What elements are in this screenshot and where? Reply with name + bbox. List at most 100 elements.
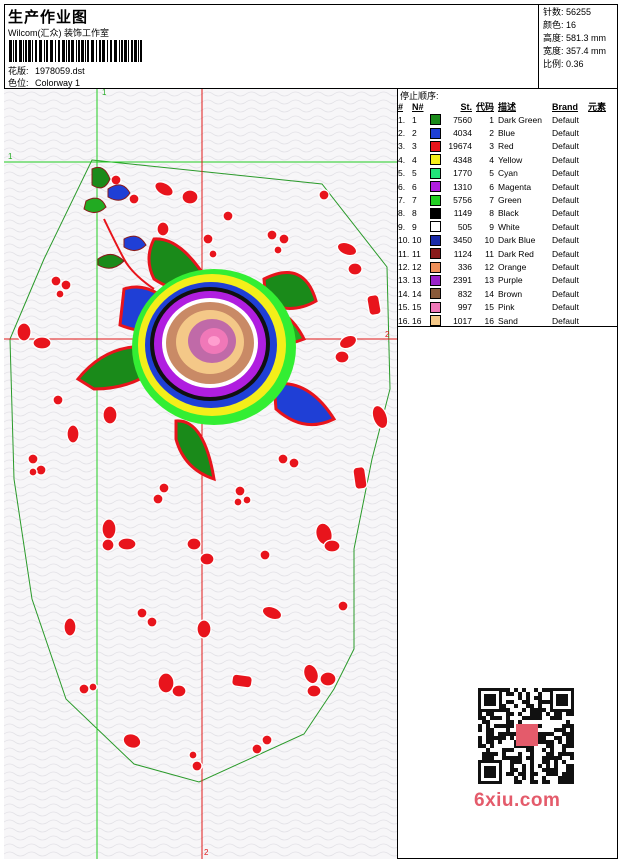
row-brand: Default (552, 154, 579, 165)
color-swatch (430, 234, 444, 247)
color-swatch-box (430, 315, 441, 327)
row-brand: Default (552, 275, 579, 286)
row-needle: 12 (412, 261, 422, 272)
row-needle: 6 (412, 181, 417, 192)
row-code: 5 (489, 168, 494, 179)
table-row[interactable]: 2. 2 4034 2 Blue Default (398, 126, 618, 139)
guide-h-label: 1 (8, 152, 13, 161)
qr-code (472, 682, 580, 787)
row-index: 4. (398, 154, 406, 165)
color-swatch (430, 140, 444, 153)
color-swatch (430, 126, 444, 139)
row-element (588, 153, 618, 166)
row-element (588, 113, 618, 126)
color-swatch (430, 153, 444, 166)
row-element (588, 314, 618, 327)
color-swatch (430, 300, 444, 313)
row-needle: 3 (412, 141, 417, 152)
row-code: 14 (484, 288, 494, 299)
row-element (588, 180, 618, 193)
table-row[interactable]: 9. 9 505 9 White Default (398, 220, 618, 233)
row-brand: Default (552, 195, 579, 206)
row-index: 7. (398, 195, 406, 206)
color-swatch-box (430, 114, 441, 126)
row-description: White (498, 221, 520, 232)
design-file-label: 花版: (8, 66, 29, 76)
stat-scale: 比例: 0.36 (543, 59, 584, 69)
row-element (588, 220, 618, 233)
row-code: 8 (489, 208, 494, 219)
col-description: 描述 (498, 102, 517, 112)
row-brand: Default (552, 315, 579, 326)
row-needle: 10 (412, 235, 422, 246)
row-index: 5. (398, 168, 406, 179)
row-brand: Default (552, 128, 579, 139)
row-description: Dark Red (498, 248, 534, 259)
row-description: Sand (498, 315, 518, 326)
row-stitches: 4034 (453, 128, 472, 139)
table-row[interactable]: 10. 10 3450 10 Dark Blue Default (398, 234, 618, 247)
row-index: 14. (398, 288, 410, 299)
design-canvas: 1 1 2 2 (4, 89, 397, 859)
row-stitches: 1770 (453, 168, 472, 179)
row-brand: Default (552, 208, 579, 219)
axis-h-label: 2 (385, 330, 390, 339)
color-swatch (430, 193, 444, 206)
row-code: 4 (489, 154, 494, 165)
row-brand: Default (552, 181, 579, 192)
row-element (588, 140, 618, 153)
table-row[interactable]: 13. 13 2391 13 Purple Default (398, 274, 618, 287)
row-element (588, 287, 618, 300)
row-code: 7 (489, 195, 494, 206)
row-element (588, 300, 618, 313)
color-swatch-box (430, 221, 441, 233)
row-needle: 1 (412, 114, 417, 125)
row-description: Red (498, 141, 514, 152)
row-element (588, 193, 618, 206)
row-stitches: 2391 (453, 275, 472, 286)
table-row[interactable]: 14. 14 832 14 Brown Default (398, 287, 618, 300)
color-swatch (430, 287, 444, 300)
row-brand: Default (552, 235, 579, 246)
table-row[interactable]: 5. 5 1770 5 Cyan Default (398, 167, 618, 180)
axis-v-label: 2 (204, 848, 209, 857)
row-index: 16. (398, 315, 410, 326)
row-stitches: 7560 (453, 114, 472, 125)
row-description: Orange (498, 261, 527, 272)
row-needle: 8 (412, 208, 417, 219)
color-swatch-box (430, 127, 441, 139)
table-row[interactable]: 16. 16 1017 16 Sand Default (398, 314, 618, 327)
row-index: 12. (398, 261, 410, 272)
table-row[interactable]: 8. 8 1149 8 Black Default (398, 207, 618, 220)
table-row[interactable]: 4. 4 4348 4 Yellow Default (398, 153, 618, 166)
color-swatch (430, 274, 444, 287)
table-row[interactable]: 1. 1 7560 1 Dark Green Default (398, 113, 618, 126)
row-stitches: 505 (457, 221, 472, 232)
colorway-line: 色位: Colorway 1 (8, 76, 80, 89)
row-code: 16 (484, 315, 494, 326)
row-stitches: 3450 (453, 235, 472, 246)
color-swatch-box (430, 208, 441, 220)
color-swatch (430, 167, 444, 180)
table-row[interactable]: 12. 12 336 12 Orange Default (398, 260, 618, 273)
row-code: 11 (485, 248, 494, 259)
row-description: Dark Blue (498, 235, 536, 246)
table-row[interactable]: 3. 3 19674 3 Red Default (398, 140, 618, 153)
row-stitches: 4348 (453, 154, 472, 165)
table-row[interactable]: 15. 15 997 15 Pink Default (398, 300, 618, 313)
stop-sequence-table: # N# St. 代码 描述 Brand 元素 1. 1 7560 1 Dark Gre… (398, 100, 618, 327)
row-description: Blue (498, 128, 516, 139)
table-row[interactable]: 7. 7 5756 7 Green Default (398, 193, 618, 206)
color-swatch-box (430, 301, 441, 313)
color-swatch-box (430, 288, 441, 300)
qr-code-graphic (478, 688, 574, 784)
site-watermark: 6xiu.com (474, 790, 561, 811)
table-row[interactable]: 6. 6 1310 6 Magenta Default (398, 180, 618, 193)
row-description: Brown (498, 288, 523, 299)
table-row[interactable]: 11. 11 1124 11 Dark Red Default (398, 247, 618, 260)
color-swatch (430, 247, 444, 260)
stop-sequence-panel: 停止顺序: # N# St. 代码 描述 Brand 元素 1. 1 7560 1 Da… (398, 89, 618, 327)
color-swatch-box (430, 261, 441, 273)
design-preview[interactable]: 1 1 2 2 (4, 89, 398, 859)
stat-colors: 颜色: 16 (543, 20, 577, 30)
